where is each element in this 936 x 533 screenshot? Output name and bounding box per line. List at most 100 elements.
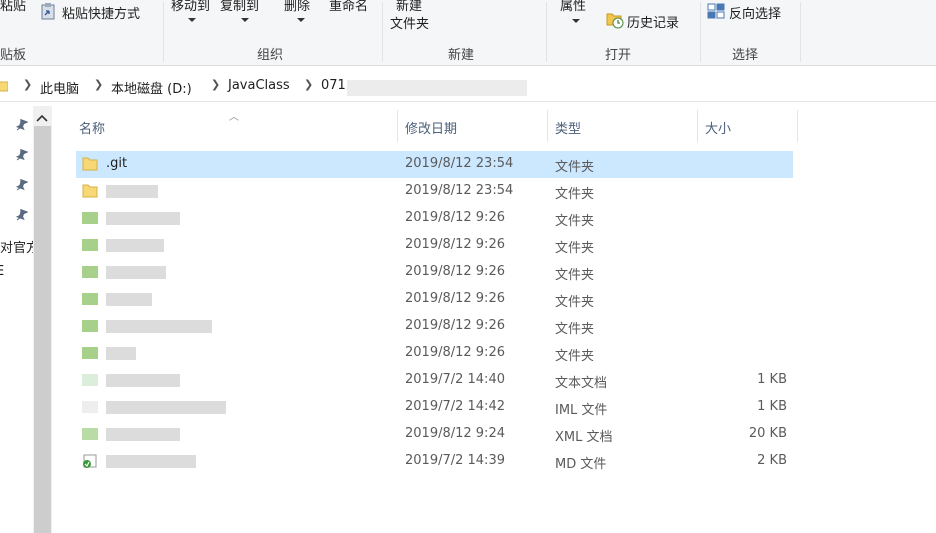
history-icon xyxy=(606,11,624,29)
rename-button[interactable]: 重命名 xyxy=(329,0,368,14)
folder-icon xyxy=(82,346,98,360)
table-row[interactable]: 2019/8/12 9:26 文件夹 xyxy=(76,232,793,259)
table-row[interactable]: 2019/8/12 9:24 XML 文档 20 KB xyxy=(76,421,793,448)
file-date: 2019/8/12 9:24 xyxy=(405,426,505,441)
redacted-file-name xyxy=(106,455,196,468)
folder-icon xyxy=(82,211,98,225)
new-folder-button[interactable]: 文件夹 xyxy=(390,13,429,32)
table-row[interactable]: 2019/8/12 23:54 文件夹 xyxy=(76,178,793,205)
new-group-label: 新建 xyxy=(448,48,475,63)
breadcrumb-this-pc[interactable]: 此电脑 xyxy=(40,78,79,97)
file-date: 2019/7/2 14:42 xyxy=(405,399,505,414)
new-button[interactable]: 新建 xyxy=(396,0,422,14)
table-row[interactable]: 2019/8/12 9:26 文件夹 xyxy=(76,340,793,367)
redacted-region xyxy=(347,80,527,96)
file-date: 2019/8/12 9:26 xyxy=(405,264,505,279)
column-header-size[interactable]: 大小 xyxy=(705,118,731,137)
file-type: XML 文档 xyxy=(555,430,613,445)
invert-selection-icon xyxy=(707,3,725,19)
file-date: 2019/8/12 9:26 xyxy=(405,210,505,225)
table-row[interactable]: 2019/7/2 14:40 文本文档 1 KB xyxy=(76,367,793,394)
paste-button[interactable]: 粘贴 xyxy=(0,0,26,14)
column-divider[interactable] xyxy=(547,110,548,142)
properties-button[interactable]: 属性 xyxy=(560,0,586,14)
chevron-down-icon xyxy=(188,12,196,22)
pin-icon[interactable] xyxy=(14,118,29,132)
redacted-file-name xyxy=(106,320,212,333)
ribbon-separator xyxy=(546,2,547,62)
redacted-file-name xyxy=(106,212,180,225)
column-divider[interactable] xyxy=(797,110,798,142)
column-header-type[interactable]: 类型 xyxy=(555,118,581,137)
pin-icon[interactable] xyxy=(14,178,29,192)
ribbon-separator xyxy=(800,2,801,62)
folder-icon xyxy=(82,157,98,171)
breadcrumb-javaclass[interactable]: JavaClass xyxy=(228,78,290,93)
file-size: 1 KB xyxy=(757,399,787,414)
table-row[interactable]: 2019/7/2 14:39 MD 文件 2 KB xyxy=(76,448,793,475)
column-divider[interactable] xyxy=(697,110,698,142)
breadcrumb-separator-icon[interactable]: ❯ xyxy=(23,78,32,91)
file-type: IML 文件 xyxy=(555,403,608,418)
folder-icon xyxy=(82,292,98,306)
file-type: 文件夹 xyxy=(555,322,595,337)
scroll-up-icon[interactable] xyxy=(36,112,48,122)
select-group-label: 选择 xyxy=(732,48,759,63)
column-divider[interactable] xyxy=(397,110,398,142)
table-row[interactable]: 2019/8/12 9:26 文件夹 xyxy=(76,286,793,313)
history-button[interactable]: 历史记录 xyxy=(627,12,679,31)
redacted-file-name xyxy=(106,374,180,387)
nav-item[interactable]: E xyxy=(0,264,4,279)
column-header-date[interactable]: 修改日期 xyxy=(405,118,457,137)
file-date: 2019/8/12 23:54 xyxy=(405,183,514,198)
breadcrumb-current-folder[interactable]: 071 xyxy=(321,78,346,93)
scrollbar-thumb[interactable] xyxy=(34,126,51,533)
open-group-label: 打开 xyxy=(605,48,632,63)
chevron-down-icon xyxy=(572,13,580,23)
copy-to-button[interactable]: 复制到 xyxy=(220,0,259,14)
redacted-file-name xyxy=(106,428,180,441)
redacted-file-name xyxy=(106,185,158,198)
file-type: 文件夹 xyxy=(555,295,595,310)
breadcrumb-separator-icon[interactable]: ❯ xyxy=(94,78,103,91)
pin-icon[interactable] xyxy=(14,208,29,222)
file-name: .git xyxy=(106,156,128,171)
pin-icon[interactable] xyxy=(14,148,29,162)
file-type: 文本文档 xyxy=(555,376,608,391)
nav-scrollbar[interactable] xyxy=(33,106,52,533)
redacted-file-name xyxy=(106,293,152,306)
breadcrumb-separator-icon[interactable]: ❯ xyxy=(304,78,313,91)
file-date: 2019/8/12 9:26 xyxy=(405,318,505,333)
sort-ascending-icon: ︿ xyxy=(229,112,239,123)
ribbon-separator xyxy=(382,2,383,62)
file-size: 20 KB xyxy=(748,426,787,441)
file-icon xyxy=(82,400,98,414)
folder-icon xyxy=(82,319,98,333)
file-size: 2 KB xyxy=(757,453,787,468)
redacted-file-name xyxy=(106,266,166,279)
ribbon-separator xyxy=(700,2,701,62)
redacted-file-name xyxy=(106,347,136,360)
chevron-down-icon xyxy=(241,12,249,22)
ribbon: 粘贴 粘贴快捷方式 剪贴板 移动到 复制到 删除 重命名 组织 新建 文件夹 新… xyxy=(0,0,936,66)
file-size: 1 KB xyxy=(757,372,787,387)
file-type: 文件夹 xyxy=(555,268,595,283)
breadcrumb-separator-icon[interactable]: ❯ xyxy=(211,78,220,91)
table-row[interactable]: 2019/8/12 9:26 文件夹 xyxy=(76,259,793,286)
column-header-name[interactable]: 名称 xyxy=(79,118,105,137)
breadcrumb-local-disk[interactable]: 本地磁盘 (D:) xyxy=(111,78,192,97)
paste-shortcut-button[interactable]: 粘贴快捷方式 xyxy=(62,3,140,22)
table-row[interactable]: 2019/8/12 9:26 文件夹 xyxy=(76,313,793,340)
table-row[interactable]: 2019/8/12 9:26 文件夹 xyxy=(76,205,793,232)
file-date: 2019/8/12 9:26 xyxy=(405,237,505,252)
table-row[interactable]: 2019/7/2 14:42 IML 文件 1 KB xyxy=(76,394,793,421)
table-row[interactable]: .git 2019/8/12 23:54 文件夹 xyxy=(76,151,793,178)
file-date: 2019/8/12 9:26 xyxy=(405,291,505,306)
file-type: MD 文件 xyxy=(555,457,607,472)
file-date: 2019/8/12 9:26 xyxy=(405,345,505,360)
address-bar[interactable]: ❯ 此电脑 ❯ 本地磁盘 (D:) ❯ JavaClass ❯ 071 xyxy=(0,70,936,102)
md-file-icon xyxy=(82,454,98,468)
clipboard-group-label: 剪贴板 xyxy=(0,48,27,63)
invert-selection-button[interactable]: 反向选择 xyxy=(729,3,781,22)
xml-file-icon xyxy=(82,427,98,441)
